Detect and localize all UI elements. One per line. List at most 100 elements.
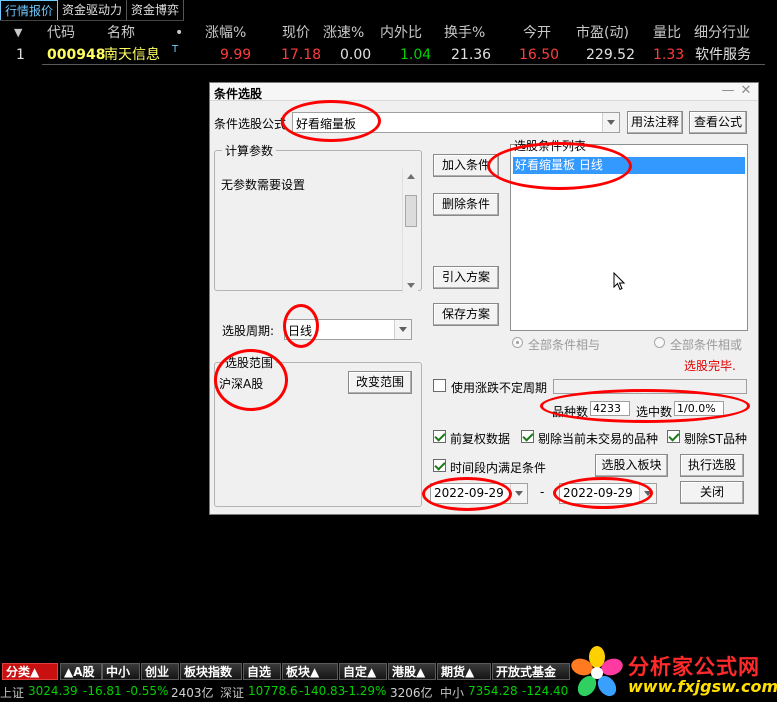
row-speed: 0.00 — [340, 47, 372, 63]
header-name[interactable]: 名称 — [107, 22, 135, 44]
row-pe: 229.52 — [586, 47, 635, 63]
close-button[interactable]: 关闭 — [680, 481, 744, 504]
tab-fund-drive[interactable]: 资金驱动力 — [58, 0, 128, 20]
date-to-value: 2022-09-29 — [563, 486, 633, 500]
tab-a-shares[interactable]: ▲A股 — [60, 663, 102, 680]
formula-value: 好看缩量板 — [296, 117, 357, 131]
usage-button[interactable]: 用法注释 — [627, 111, 683, 134]
header-turnover[interactable]: 换手% — [444, 22, 485, 44]
tab-sme[interactable]: 中小 — [102, 663, 140, 680]
tab-open-fund[interactable]: 开放式基金 — [492, 663, 570, 680]
scroll-up-icon[interactable] — [407, 174, 415, 179]
list-item[interactable]: 好看缩量板 日线 — [513, 157, 745, 174]
uncertain-period-input[interactable] — [553, 379, 747, 394]
exclude-no-trade-checkbox[interactable] — [521, 430, 534, 443]
tab-hk[interactable]: 港股▲ — [388, 663, 436, 680]
header-code[interactable]: 代码 — [47, 22, 75, 44]
row-in-out: 1.04 — [400, 47, 432, 63]
to-block-button[interactable]: 选股入板块 — [595, 454, 668, 477]
header-price[interactable]: 现价 — [282, 22, 310, 44]
tab-sector[interactable]: 板块▲ — [282, 663, 338, 680]
flower-logo-icon — [571, 646, 623, 697]
count-label: 品种数 — [552, 405, 589, 419]
sh-index-change: -16.81 — [83, 684, 122, 698]
exclude-st-checkbox[interactable] — [667, 430, 680, 443]
minimize-icon[interactable]: — — [720, 83, 736, 99]
save-plan-button[interactable]: 保存方案 — [433, 303, 499, 326]
sh-index-name: 上证 — [0, 686, 25, 700]
close-icon[interactable]: ✕ — [738, 83, 754, 99]
tab-watchlist[interactable]: 自选 — [243, 663, 281, 680]
sz-index-value: 10778.6 — [248, 684, 298, 698]
header-industry[interactable]: 细分行业 — [694, 22, 750, 44]
count-value: 4233 — [590, 401, 630, 416]
tab-chinext[interactable]: 创业 — [141, 663, 179, 680]
condition-list[interactable]: 好看缩量板 日线 — [510, 144, 748, 331]
period-select[interactable]: 日线 — [284, 319, 412, 340]
header-change-pct[interactable]: 涨幅% — [205, 22, 246, 44]
params-scrollbar[interactable] — [402, 169, 418, 293]
selected-value: 1/0.0% — [674, 401, 724, 416]
formula-label: 条件选股公式 — [214, 117, 287, 131]
radio-and[interactable] — [512, 337, 523, 348]
uncertain-period-checkbox[interactable] — [433, 379, 446, 392]
radio-or[interactable] — [654, 337, 665, 348]
header-pe[interactable]: 市盈(动) — [576, 22, 629, 44]
period-value: 日线 — [288, 324, 313, 338]
row-index: 1 — [16, 47, 25, 63]
tab-futures[interactable]: 期货▲ — [437, 663, 491, 680]
range-title: 选股范围 — [222, 354, 277, 371]
tab-quotes[interactable]: 行情报价 — [0, 0, 59, 20]
header-speed[interactable]: 涨速% — [323, 22, 364, 44]
scroll-thumb[interactable] — [405, 195, 417, 227]
chevron-down-icon[interactable] — [639, 484, 656, 503]
calc-params-text: 无参数需要设置 — [221, 178, 306, 192]
tab-category[interactable]: 分类▲ — [2, 663, 58, 680]
row-flag: T — [172, 44, 179, 55]
pre-adjust-checkbox[interactable] — [433, 430, 446, 443]
change-range-button[interactable]: 改变范围 — [348, 371, 412, 394]
sz-index-change: -140.83 — [299, 684, 346, 698]
sort-arrow-icon[interactable]: ▼ — [14, 22, 22, 44]
radio-and-label: 全部条件相与 — [528, 338, 601, 352]
condition-list-title: 选股条件列表 — [514, 139, 587, 153]
uncertain-period-label: 使用涨跌不定周期 — [451, 381, 548, 395]
date-from-picker[interactable]: 2022-09-29 — [430, 483, 528, 504]
table-row[interactable]: 1 000948 南天信息 T 9.99 17.18 0.00 1.04 21.… — [0, 44, 777, 66]
scroll-down-icon[interactable] — [407, 283, 415, 288]
date-to-picker[interactable]: 2022-09-29 — [559, 483, 657, 504]
dialog-titlebar[interactable]: 条件选股 — ✕ — [210, 83, 758, 101]
header-in-out[interactable]: 内外比 — [380, 22, 422, 44]
tab-custom[interactable]: 自定▲ — [339, 663, 387, 680]
zx-index-change: -124.40 — [522, 684, 569, 698]
row-open: 16.50 — [519, 47, 560, 63]
view-formula-button[interactable]: 查看公式 — [689, 111, 747, 134]
tab-sector-index[interactable]: 板块指数 — [180, 663, 242, 680]
header-open[interactable]: 今开 — [523, 22, 551, 44]
date-separator: - — [540, 485, 545, 499]
tab-fund-game[interactable]: 资金博弈 — [127, 0, 185, 20]
chevron-down-icon[interactable] — [510, 484, 527, 503]
delete-condition-button[interactable]: 删除条件 — [433, 193, 499, 216]
time-range-checkbox[interactable] — [433, 459, 446, 472]
cursor-icon — [613, 272, 625, 291]
row-change-pct: 9.99 — [220, 47, 252, 63]
sz-index-pct: -1.29% — [344, 684, 387, 698]
sh-index-vol: 2403亿 — [171, 686, 214, 700]
sz-index-vol: 3206亿 — [390, 686, 433, 700]
time-range-label: 时间段内满足条件 — [450, 461, 547, 475]
import-plan-button[interactable]: 引入方案 — [433, 266, 499, 289]
tab-sector-label: 板块 — [286, 665, 311, 679]
header-vol-ratio[interactable]: 量比 — [653, 22, 681, 44]
add-condition-button[interactable]: 加入条件 — [433, 154, 499, 177]
watermark-logo: 分析家公式网 www.fxjgsw.com — [570, 641, 777, 702]
chevron-down-icon[interactable] — [394, 320, 411, 339]
row-price: 17.18 — [281, 47, 322, 63]
pre-adjust-label: 前复权数据 — [450, 432, 511, 446]
execute-button[interactable]: 执行选股 — [680, 454, 744, 477]
top-tabs: 行情报价 资金驱动力 资金博弈 — [0, 0, 185, 21]
dialog-title: 条件选股 — [214, 87, 263, 101]
chevron-down-icon[interactable] — [602, 113, 619, 132]
formula-select[interactable]: 好看缩量板 — [292, 112, 620, 133]
sz-index-name: 深证 — [220, 686, 245, 700]
